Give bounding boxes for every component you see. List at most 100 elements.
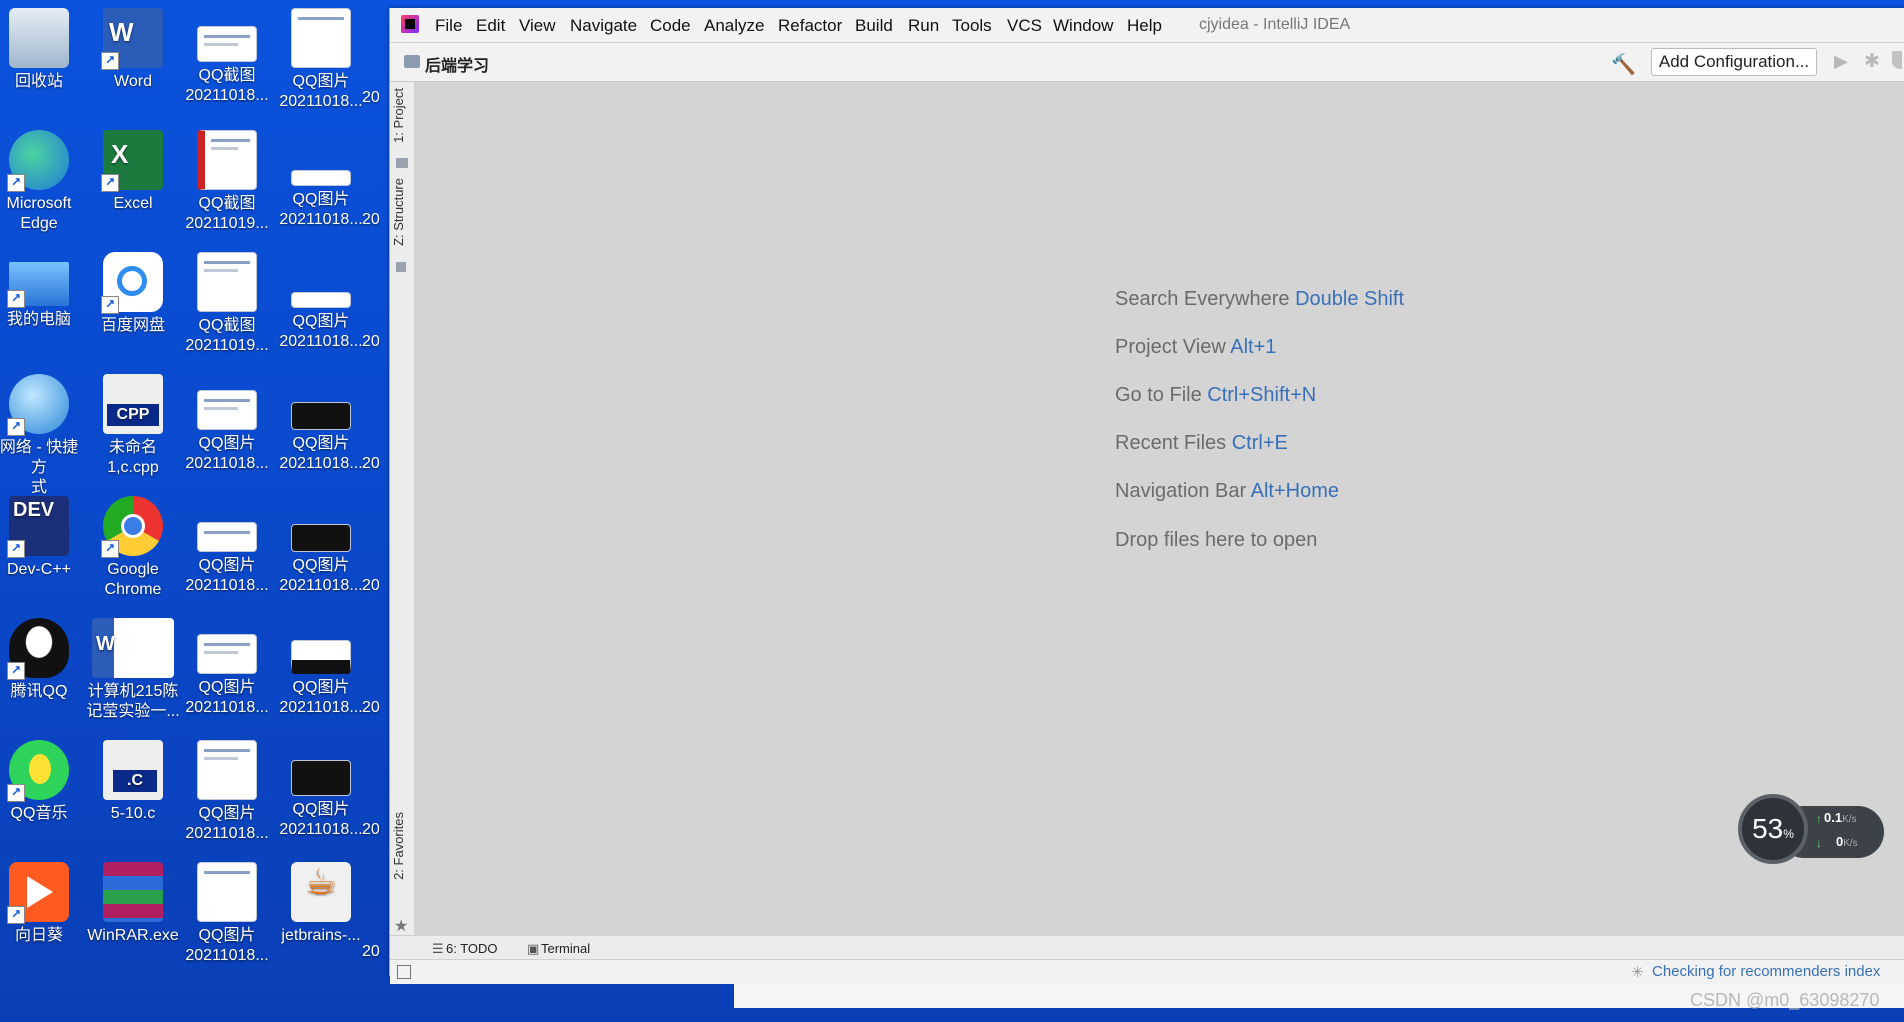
menu-window[interactable]: Window [1053, 16, 1113, 36]
image-thumbnail-icon [291, 170, 351, 186]
desktop-icon-sunlogin[interactable]: ↗ 向日葵 [0, 862, 86, 946]
icon-label: Microsoft Edge [6, 195, 72, 232]
desktop-icon-qq-image[interactable]: QQ图片 20211018... [274, 740, 368, 840]
tab-terminal[interactable]: ▣ Terminal [527, 941, 590, 957]
icon-label: QQ图片 20211018... [185, 435, 269, 472]
status-message[interactable]: Checking for recommenders index [1652, 963, 1880, 980]
run-icon[interactable]: ▶ [1834, 51, 1848, 72]
image-thumbnail-icon [197, 522, 257, 552]
word-document-icon: W [92, 618, 174, 678]
shortcut-arrow-icon: ↗ [101, 540, 119, 558]
desktop-icon-qq-image[interactable]: QQ图片 20211018... [274, 374, 368, 474]
shortcut-arrow-icon: ↗ [7, 784, 25, 802]
desktop-icon-dev-cpp[interactable]: DEV ↗ Dev-C++ [0, 496, 86, 580]
winrar-icon [103, 862, 163, 922]
desktop-icon-qq-image[interactable]: QQ图片 20211018... [274, 8, 368, 112]
build-hammer-icon[interactable]: 🔨 [1611, 52, 1636, 77]
icon-label: QQ截图 20211018... [185, 67, 269, 104]
desktop-icon-qq-image[interactable]: QQ图片 20211018... [180, 374, 274, 474]
icon-label: QQ图片 20211018... [279, 801, 363, 838]
debug-icon[interactable]: ✱ [1864, 50, 1880, 73]
icon-label: QQ图片 20211018... [185, 805, 269, 842]
desktop-icon-qq-image[interactable]: QQ图片 20211018... [274, 618, 368, 718]
desktop-icon-jetbrains[interactable]: ☕ jetbrains-... [274, 862, 368, 946]
desktop-icon-qq-screenshot[interactable]: QQ截图 20211019... [180, 252, 274, 356]
desktop-icon-recycle-bin[interactable]: 回收站 [0, 8, 86, 92]
desktop-icon-network[interactable]: ↗ 网络 - 快捷方 式 [0, 374, 86, 498]
left-tool-strip: 1: Project Z: Structure 2: Favorites ★ [390, 82, 415, 940]
desktop-icon-qq-image[interactable]: QQ图片 20211018... [180, 740, 274, 844]
chrome-icon: ↗ [101, 496, 163, 558]
tab-todo[interactable]: ☰ 6: TODO [432, 941, 498, 957]
tab-favorites[interactable]: 2: Favorites [391, 812, 406, 880]
hint-navigation-bar: Navigation Bar Alt+Home [1115, 480, 1339, 503]
upload-speed: 0.1K/s [1824, 810, 1857, 825]
toggle-tool-windows-icon[interactable] [397, 965, 411, 979]
tab-structure[interactable]: Z: Structure [391, 178, 406, 246]
word-icon: W ↗ [101, 8, 163, 70]
desktop-icon-qq-image[interactable]: QQ图片 20211018... [274, 496, 368, 596]
desktop-icon-edge[interactable]: ↗ Microsoft Edge [0, 130, 86, 234]
desktop-icon-word-doc[interactable]: W 计算机215陈 记莹实验一... [86, 618, 180, 722]
navigation-bar: 后端学习 🔨 Add Configuration... ▶ ✱ [390, 43, 1904, 82]
menu-edit[interactable]: Edit [476, 16, 505, 36]
download-arrow-icon: ↓ [1816, 836, 1822, 850]
java-cup-icon: ☕ [291, 862, 351, 922]
coverage-icon[interactable] [1892, 51, 1902, 69]
desktop-icon-qq-image[interactable]: QQ图片 20211018... [180, 862, 274, 966]
icon-label: 网络 - 快捷方 式 [0, 439, 79, 496]
menu-file[interactable]: File [435, 16, 462, 36]
upload-arrow-icon: ↑ [1816, 812, 1822, 826]
network-speed-widget[interactable]: ↑ 0.1K/s ↓ 0K/s 53% [1738, 794, 1888, 870]
menu-build[interactable]: Build [855, 16, 893, 36]
desktop-icon-word[interactable]: W ↗ Word [86, 8, 180, 92]
desktop-icon-qq-image[interactable]: QQ图片 20211018... [274, 252, 368, 352]
download-speed: 0K/s [1836, 834, 1858, 849]
menu-bar: File Edit View Navigate Code Analyze Ref… [390, 8, 1904, 43]
menu-tools[interactable]: Tools [952, 16, 992, 36]
icon-label: QQ音乐 [10, 805, 68, 822]
add-configuration-button[interactable]: Add Configuration... [1651, 48, 1817, 76]
tab-terminal-label: Terminal [541, 941, 591, 956]
menu-view[interactable]: View [519, 16, 556, 36]
menu-vcs[interactable]: VCS [1007, 16, 1042, 36]
qq-music-icon: ↗ [7, 740, 69, 802]
image-thumbnail-icon [291, 524, 351, 552]
menu-code[interactable]: Code [650, 16, 691, 36]
desktop-icon-chrome[interactable]: ↗ Google Chrome [86, 496, 180, 600]
menu-help[interactable]: Help [1127, 16, 1162, 36]
menu-analyze[interactable]: Analyze [704, 16, 764, 36]
project-breadcrumb[interactable]: 后端学习 [425, 52, 489, 76]
editor-empty-area[interactable]: Search Everywhere Double Shift Project V… [415, 82, 1904, 935]
hint-text: Navigation Bar [1115, 480, 1247, 502]
hidden-icon-label: 20 [362, 699, 380, 716]
desktop-icon-qq-screenshot[interactable]: QQ截图 20211019... [180, 130, 274, 234]
hint-shortcut: Alt+1 [1230, 336, 1277, 358]
folder-icon [404, 55, 420, 68]
desktop-icon-my-computer[interactable]: ↗ 我的电脑 [0, 252, 86, 330]
desktop-icon-c-file[interactable]: .C 5-10.c [86, 740, 180, 824]
desktop-icon-cpp-file[interactable]: CPP 未命名 1,c.cpp [86, 374, 180, 478]
bottom-tool-tabs: ☰ 6: TODO ▣ Terminal [390, 935, 1904, 960]
image-thumbnail-icon [197, 634, 257, 674]
image-thumbnail-icon [291, 8, 351, 68]
menu-refactor[interactable]: Refactor [778, 16, 842, 36]
desktop-icon-qq-music[interactable]: ↗ QQ音乐 [0, 740, 86, 824]
menu-navigate[interactable]: Navigate [570, 16, 637, 36]
desktop-icon-winrar[interactable]: WinRAR.exe [86, 862, 180, 946]
desktop-icon-qq-image[interactable]: QQ图片 20211018... [274, 130, 368, 230]
icon-label: 我的电脑 [6, 311, 71, 328]
tab-project[interactable]: 1: Project [391, 88, 406, 143]
desktop-icon-tencent-qq[interactable]: ↗ 腾讯QQ [0, 618, 86, 702]
project-folder-icon [396, 158, 408, 168]
desktop-icon-qq-image[interactable]: QQ图片 20211018... [180, 496, 274, 596]
desktop-icon-qq-image[interactable]: QQ图片 20211018... [180, 618, 274, 718]
shortcut-arrow-icon: ↗ [7, 906, 25, 924]
icon-label: 5-10.c [110, 805, 156, 822]
menu-run[interactable]: Run [908, 16, 939, 36]
desktop-icon-excel[interactable]: X ↗ Excel [86, 130, 180, 214]
icon-label: 计算机215陈 记莹实验一... [86, 683, 180, 720]
image-thumbnail-icon [197, 862, 257, 922]
desktop-icon-baidu-netdisk[interactable]: ↗ 百度网盘 [86, 252, 180, 336]
desktop-icon-qq-screenshot[interactable]: QQ截图 20211018... [180, 8, 274, 106]
